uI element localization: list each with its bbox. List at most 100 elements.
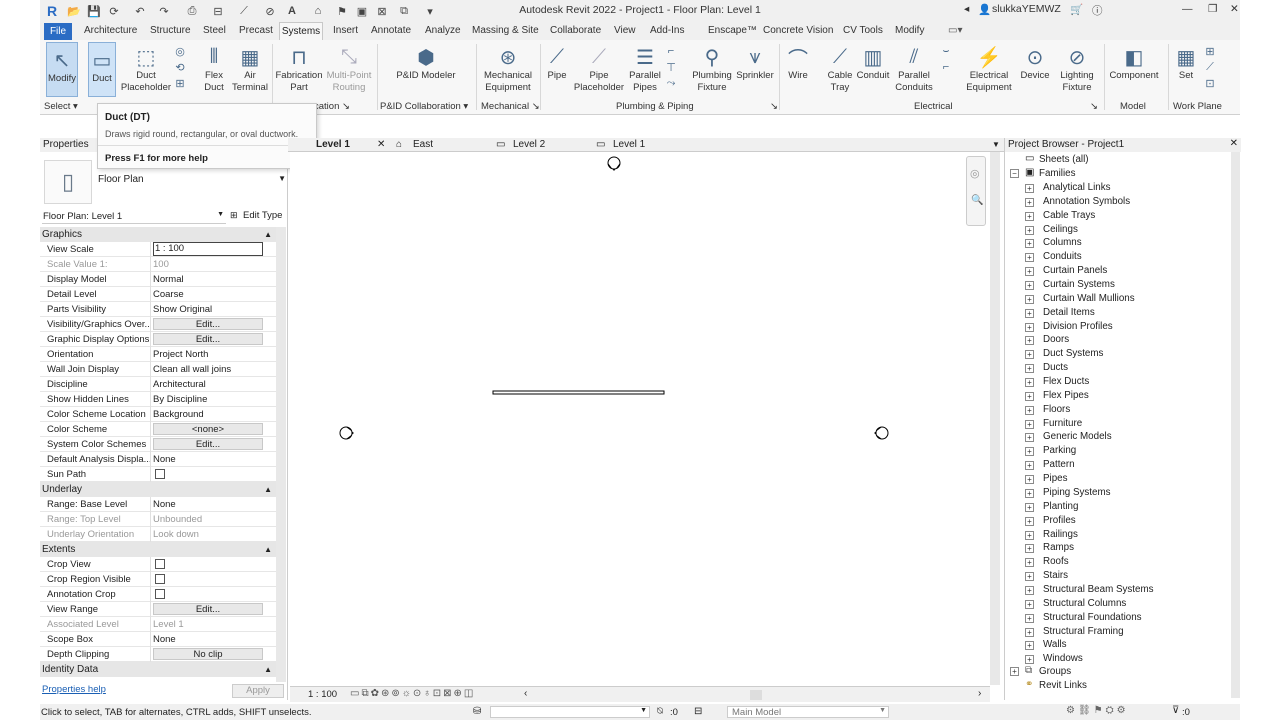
sprinkler-button[interactable]: ⩛ Sprinkler [734,40,776,82]
sync-icon[interactable]: ⟳ [106,3,122,19]
expand-family-icon[interactable]: + [1025,433,1034,443]
electrical-equipment-button[interactable]: ⚡ Electrical Equipment [962,40,1016,94]
family-item[interactable]: Flex Ducts [1043,376,1089,387]
family-item[interactable]: Ramps [1043,542,1074,553]
east-elevation-marker[interactable] [874,426,889,440]
prop-checkbox[interactable] [155,574,165,584]
prop-value[interactable]: Show Original [153,304,212,315]
canvas-hscroll-thumb[interactable] [750,690,762,700]
prop-checkbox[interactable] [155,469,165,479]
expand-family-icon[interactable]: + [1025,364,1034,374]
tab-enscape[interactable]: Enscape™ [708,25,757,36]
expand-family-icon[interactable]: + [1025,447,1034,457]
section-graphics[interactable]: Graphics ▲ [40,227,276,242]
text-icon[interactable]: A [284,3,300,19]
selection-options-icons[interactable]: ⚙⛓⚑⛭⚙ [1066,705,1129,716]
prop-value[interactable]: By Discipline [153,394,207,405]
canvas-vscroll[interactable] [990,152,1000,685]
cable-tray-button[interactable]: ⟋ Cable Tray [824,40,856,94]
expand-family-icon[interactable]: + [1025,322,1034,332]
tag-icon[interactable]: ⊘ [262,3,278,19]
tab-concrete-vision[interactable]: Concrete Vision [763,25,833,36]
parallel-pipes-button[interactable]: ☰ Parallel Pipes [628,40,662,94]
expand-family-icon[interactable]: + [1025,378,1034,388]
edit-type-button[interactable]: ⊞ Edit Type [230,209,286,224]
user-name[interactable]: slukkaYEMWZ [992,3,1061,15]
modify-button[interactable]: ↖ Modify [46,42,78,97]
duct-placeholder-button[interactable]: ⬚ Duct Placeholder [121,40,171,94]
expand-family-icon[interactable]: + [1025,502,1034,512]
steering-wheel-icon[interactable]: ◎ [970,167,980,180]
expand-family-icon[interactable]: + [1025,253,1034,263]
wire-button[interactable]: ⌒ Wire [782,40,814,82]
tab-structure[interactable]: Structure [150,25,191,36]
prop-value[interactable]: None [153,454,176,465]
prop-edit-button[interactable]: Edit... [153,333,263,345]
scroll-right-icon[interactable]: › [978,688,981,699]
set-button[interactable]: ▦ Set [1172,40,1200,82]
family-item[interactable]: Roofs [1043,556,1069,567]
collapse-icon[interactable]: ▲ [264,542,272,557]
expand-family-icon[interactable]: + [1025,516,1034,526]
open-icon[interactable]: 📂 [66,3,82,19]
family-item[interactable]: Curtain Wall Mullions [1043,293,1135,304]
duct-button[interactable]: ▭ Duct [88,42,116,97]
switch-windows-icon[interactable]: ⧉ [396,3,412,19]
type-selector[interactable]: Floor Plan ▼ [92,174,288,190]
flex-duct-button[interactable]: ⫴ Flex Duct [200,40,228,94]
prop-edit-button[interactable]: Edit... [153,438,263,450]
prop-edit-button[interactable]: <none> [153,423,263,435]
family-item[interactable]: Cable Trays [1043,210,1095,221]
family-item[interactable]: Annotation Symbols [1043,196,1130,207]
tab-addins[interactable]: Add-Ins [650,25,684,36]
expand-family-icon[interactable]: + [1025,572,1034,582]
expand-family-icon[interactable]: + [1025,197,1034,207]
expand-family-icon[interactable]: + [1025,267,1034,277]
design-option-dropdown[interactable]: Main Model ▼ [727,706,889,718]
panel-plumbing-launcher[interactable]: ↘ [770,101,778,112]
section-icon[interactable]: ⚑ [334,3,350,19]
family-item[interactable]: Structural Columns [1043,598,1126,609]
3d-view-icon[interactable]: ⌂ [310,3,326,19]
expand-family-icon[interactable]: + [1025,225,1034,235]
component-button[interactable]: ◧ Component [1106,40,1162,82]
expand-family-icon[interactable]: + [1025,308,1034,318]
expand-family-icon[interactable]: + [1025,530,1034,540]
expand-family-icon[interactable]: + [1025,405,1034,415]
minimize-icon[interactable]: — [1182,3,1193,15]
collapse-icon[interactable]: ▲ [264,662,272,677]
family-item[interactable]: Profiles [1043,515,1076,526]
close-icon[interactable]: ✕ [1230,3,1239,15]
family-item[interactable]: Ceilings [1043,224,1078,235]
tab-collaborate[interactable]: Collaborate [550,25,601,36]
conduit-fittings-buttons[interactable]: ⌣ ⌐ [938,40,954,75]
prop-value[interactable]: Normal [153,274,184,285]
tab-massing[interactable]: Massing & Site [472,25,539,36]
family-item[interactable]: Pattern [1043,459,1075,470]
expand-family-icon[interactable]: + [1025,599,1034,609]
west-elevation-marker[interactable] [339,426,354,440]
view-tab-level1[interactable]: Level 1 [316,139,350,150]
expand-family-icon[interactable]: + [1025,641,1034,651]
prop-edit-button[interactable]: Edit... [153,603,263,615]
family-item[interactable]: Piping Systems [1043,487,1111,498]
dimension-icon[interactable]: ⟋ [236,3,252,19]
prop-value[interactable]: Project North [153,349,208,360]
conduit-button[interactable]: ▥ Conduit [854,40,892,82]
tab-steel[interactable]: Steel [203,25,226,36]
browser-scrollbar[interactable] [1231,152,1240,698]
family-item[interactable]: Pipes [1043,473,1068,484]
family-item[interactable]: Conduits [1043,251,1082,262]
family-item[interactable]: Windows [1043,653,1083,664]
family-item[interactable]: Flex Pipes [1043,390,1089,401]
tab-insert[interactable]: Insert [333,25,358,36]
prop-value[interactable]: Coarse [153,289,184,300]
wall-element[interactable] [492,390,665,395]
expand-family-icon[interactable]: + [1025,391,1034,401]
view-scale-input[interactable]: 1 : 100 [153,242,263,256]
panel-electrical-launcher[interactable]: ↘ [1090,101,1098,112]
zoom-icon[interactable]: 🔍 [971,195,983,206]
expand-family-icon[interactable]: + [1025,281,1034,291]
multi-point-routing-button[interactable]: ⤡ Multi-Point Routing [325,40,373,94]
duct-fittings-buttons[interactable]: ◎ ⟲ ⊞ [171,40,189,91]
